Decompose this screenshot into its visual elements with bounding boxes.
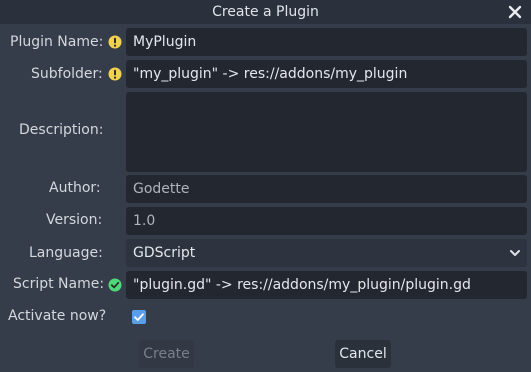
activate-now-label: Activate now? xyxy=(8,308,107,324)
check-circle-icon xyxy=(108,278,122,292)
subfolder-field[interactable]: "my_plugin" -> res://addons/my_plugin xyxy=(126,60,527,88)
create-plugin-dialog: Create a Plugin Plugin Name: MyPlugin Su… xyxy=(0,0,531,372)
version-label: Version: xyxy=(46,212,103,228)
author-field[interactable]: Godette xyxy=(126,175,527,203)
checkmark-icon xyxy=(134,313,144,321)
plugin-name-field[interactable]: MyPlugin xyxy=(126,28,527,56)
description-textarea[interactable] xyxy=(126,92,527,172)
close-icon[interactable] xyxy=(505,2,525,22)
language-selected-value: GDScript xyxy=(133,245,196,261)
script-name-field[interactable]: "plugin.gd" -> res://addons/my_plugin/pl… xyxy=(126,271,527,299)
language-label: Language: xyxy=(29,245,103,261)
author-label: Author: xyxy=(49,180,101,196)
activate-now-checkbox[interactable] xyxy=(132,310,146,324)
dialog-title: Create a Plugin xyxy=(212,4,319,20)
plugin-name-label: Plugin Name: xyxy=(10,34,104,50)
title-bar: Create a Plugin xyxy=(0,0,531,24)
language-select[interactable]: GDScript xyxy=(126,239,527,267)
chevron-down-icon xyxy=(510,250,520,256)
version-field[interactable]: 1.0 xyxy=(126,207,527,235)
cancel-button[interactable]: Cancel xyxy=(335,340,391,368)
warning-icon xyxy=(108,35,122,49)
script-name-label: Script Name: xyxy=(13,276,105,292)
warning-icon xyxy=(108,67,122,81)
description-label: Description: xyxy=(19,122,104,138)
create-button[interactable]: Create xyxy=(139,340,194,368)
subfolder-label: Subfolder: xyxy=(31,66,103,82)
